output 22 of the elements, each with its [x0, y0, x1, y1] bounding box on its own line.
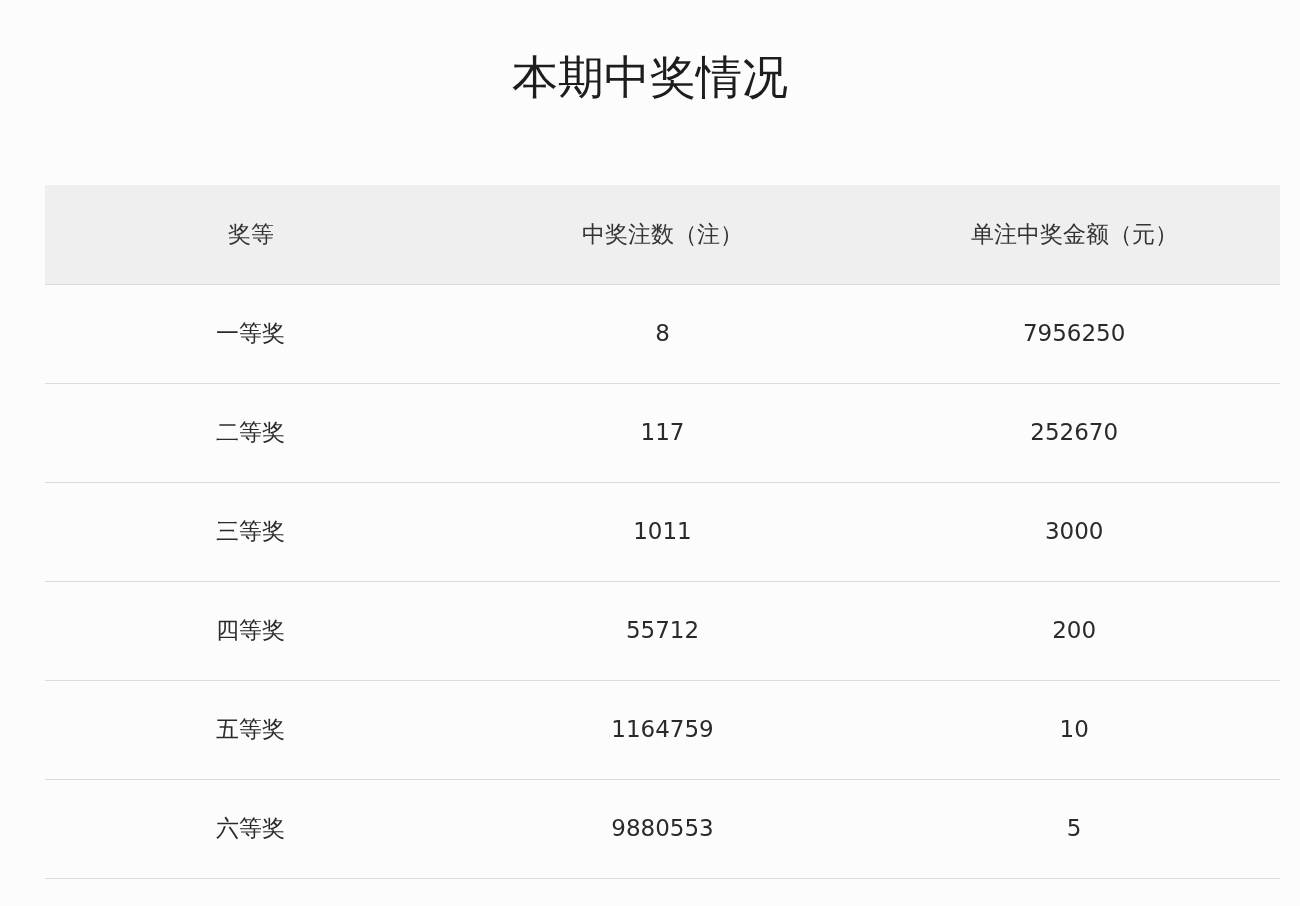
table-cell: 一等奖 [45, 284, 457, 383]
table-cell: 117 [456, 383, 869, 482]
table-cell: 1164759 [456, 680, 869, 779]
table-cell: 200 [868, 581, 1280, 680]
table-cell: 8 [456, 284, 869, 383]
table-cell: 三等奖 [45, 482, 457, 581]
table-cell: 252670 [868, 383, 1280, 482]
table-cell: 五等奖 [45, 680, 457, 779]
page-title: 本期中奖情况 [511, 49, 789, 106]
table-cell: 二等奖 [45, 383, 457, 482]
table-cell: 5 [868, 779, 1280, 878]
table-cell: 7956250 [868, 284, 1280, 383]
table-cell: 四等奖 [45, 581, 457, 680]
column-header: 奖等 [45, 185, 457, 284]
table-cell: 55712 [456, 581, 869, 680]
table-cell: 1011 [456, 482, 869, 581]
column-header: 单注中奖金额（元） [868, 185, 1280, 284]
table-cell: 9880553 [456, 779, 869, 878]
column-header: 中奖注数（注） [456, 185, 869, 284]
table-cell: 3000 [868, 482, 1280, 581]
table-cell: 六等奖 [45, 779, 457, 878]
table-cell: 10 [868, 680, 1280, 779]
